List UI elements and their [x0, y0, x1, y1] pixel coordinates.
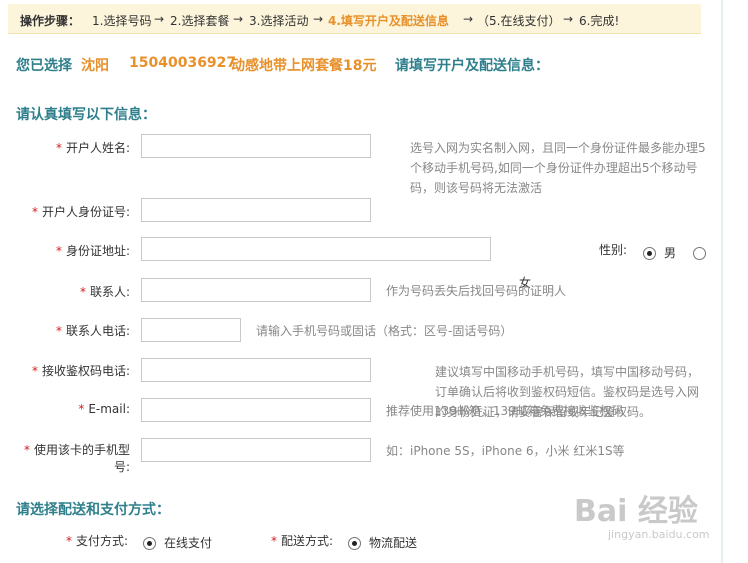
payment-label: * 支付方式:	[66, 534, 129, 548]
chosen-city: 沈阳	[81, 58, 109, 74]
address-input[interactable]	[141, 237, 491, 261]
name-input[interactable]	[141, 134, 371, 158]
page-right-border	[721, 0, 723, 563]
required-mark: *	[31, 205, 38, 219]
phone-model-input[interactable]	[141, 438, 371, 462]
contact-input[interactable]	[141, 278, 371, 302]
step-5: （5.在线支付）	[477, 14, 561, 28]
shipping-logistics-label: 物流配送	[369, 536, 418, 550]
step-1: 1.选择号码	[92, 14, 152, 28]
payment-online-radio[interactable]	[143, 537, 156, 550]
name-hint: 选号入网为实名制入网，且同一个身份证件最多能办理5个移动手机号码,如同一个身份证…	[410, 141, 706, 195]
chosen-prefix: 您已选择	[16, 58, 72, 74]
name-label: * 开户人姓名:	[55, 141, 130, 155]
contact-phone-input[interactable]	[141, 318, 241, 342]
gender-male-radio[interactable]	[643, 247, 656, 260]
required-mark: *	[55, 244, 62, 258]
step-4-current: 4.填写开户及配送信息	[328, 14, 449, 28]
contact-label: * 联系人:	[79, 285, 130, 299]
gender-label: 性别:	[599, 243, 628, 257]
step-6: 6.完成!	[579, 14, 620, 28]
gender-male-label: 男	[664, 246, 677, 260]
step-2: 2.选择套餐	[170, 14, 230, 28]
phone-model-label: * 使用该卡的手机型 号:	[23, 443, 130, 474]
address-label: * 身份证地址:	[55, 244, 130, 258]
chosen-plan: 动感地带上网套餐18元	[231, 58, 377, 74]
chosen-number: 15040036927	[129, 55, 237, 71]
form-title: 请认真填写以下信息：	[16, 107, 156, 123]
auth-phone-input[interactable]	[141, 358, 371, 382]
required-mark: *	[271, 534, 277, 548]
required-mark: *	[66, 534, 72, 548]
step-arrow-icon: →	[233, 12, 244, 26]
phone-model-hint: 如：iPhone 5S，iPhone 6，小米 红米1S等	[386, 444, 625, 458]
shipping-label: * 配送方式:	[271, 534, 334, 548]
required-mark: *	[23, 443, 30, 457]
required-mark: *	[78, 402, 85, 416]
watermark-logo: Bai 经验	[574, 494, 698, 529]
step-arrow-icon: →	[563, 12, 574, 26]
auth-phone-label: * 接收鉴权码电话:	[31, 364, 130, 378]
step-arrow-icon: →	[154, 12, 165, 26]
steps-lead: 操作步骤：	[20, 14, 81, 28]
steps-bar: 操作步骤： 1.选择号码 → 2.选择套餐 → 3.选择活动 → 4.填写开户及…	[8, 4, 701, 34]
required-mark: *	[55, 324, 62, 338]
gender-female-radio[interactable]	[693, 247, 706, 260]
step-arrow-icon: →	[313, 12, 324, 26]
required-mark: *	[31, 364, 38, 378]
phone-hint: 请输入手机号码或固话（格式：区号-固话号码）	[256, 324, 513, 338]
chosen-suffix: 请填写开户及配送信息：	[395, 58, 549, 74]
id-label: * 开户人身份证号:	[31, 205, 130, 219]
email-input[interactable]	[141, 398, 371, 422]
phone-label: * 联系人电话:	[55, 324, 130, 338]
watermark-url: jingyan.baidu.com	[608, 528, 710, 541]
step-arrow-icon: →	[463, 12, 474, 26]
email-hint: 推荐使用139邮箱，139邮箱免费接收鉴权码	[386, 404, 624, 418]
required-mark: *	[79, 285, 86, 299]
required-mark: *	[55, 141, 62, 155]
email-label: * E-mail:	[78, 402, 130, 416]
id-number-input[interactable]	[141, 198, 371, 222]
shipping-logistics-radio[interactable]	[348, 537, 361, 550]
contact-hint: 作为号码丢失后找回号码的证明人	[386, 284, 567, 298]
delivery-section-title: 请选择配送和支付方式：	[16, 502, 170, 518]
step-3: 3.选择活动	[249, 14, 309, 28]
payment-online-label: 在线支付	[164, 536, 213, 550]
